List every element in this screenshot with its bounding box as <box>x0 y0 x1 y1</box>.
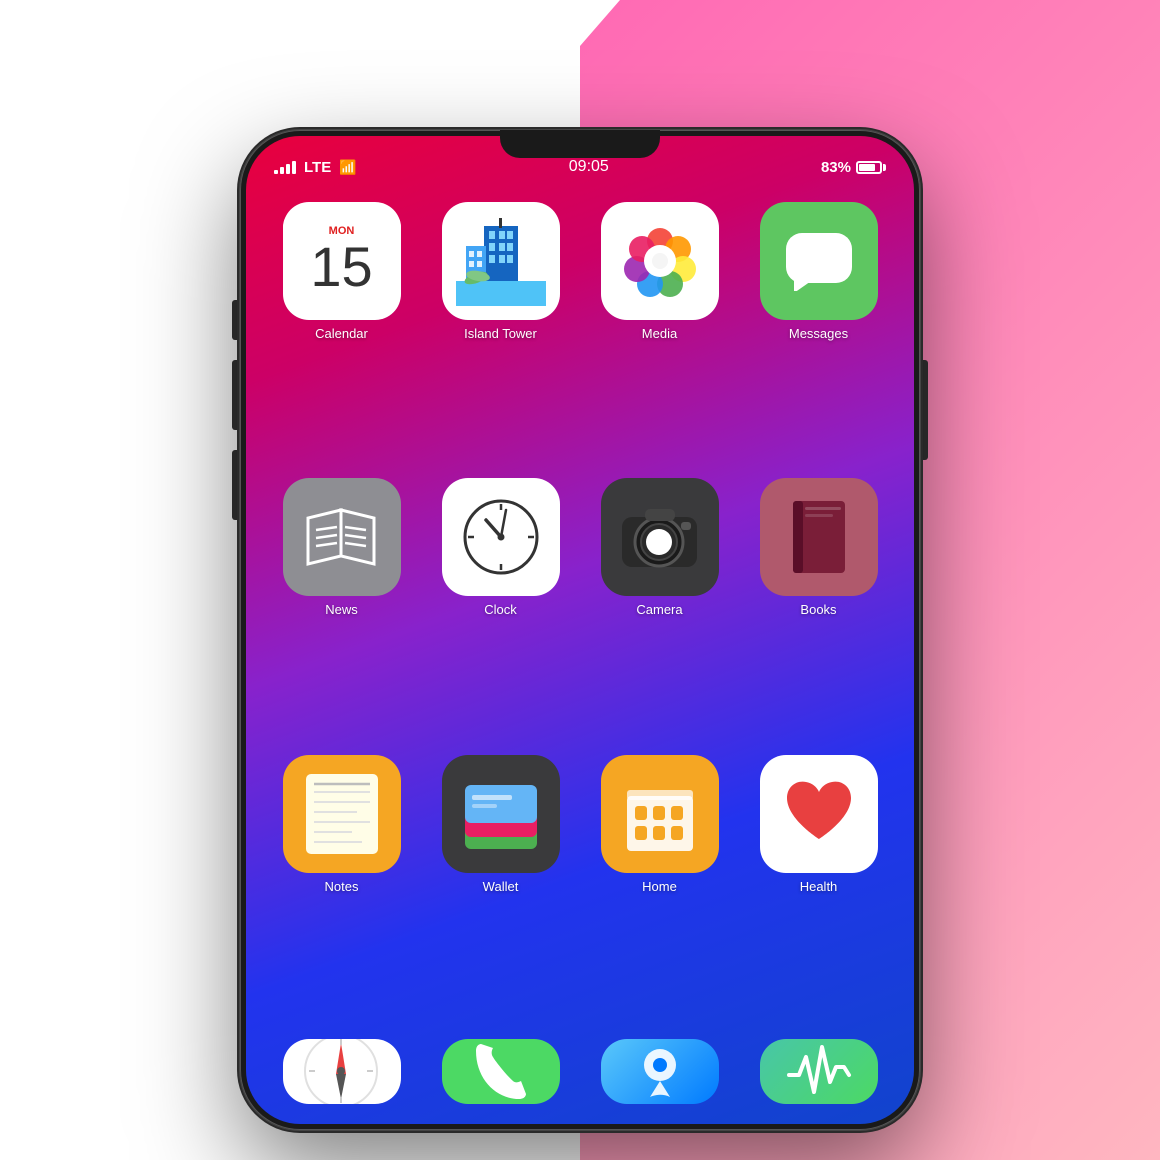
battery-fill <box>859 164 875 171</box>
app-label-clock: Clock <box>484 602 517 617</box>
app-label-news: News <box>325 602 358 617</box>
signal-bar-1 <box>274 170 278 174</box>
app-label-home: Home <box>642 879 677 894</box>
app-item-compass[interactable] <box>266 1039 417 1104</box>
status-left: LTE 📶 <box>274 159 357 176</box>
app-icon-phone <box>442 1039 560 1104</box>
app-icon-clock <box>442 478 560 596</box>
phone-container: LTE 📶 09:05 83% <box>240 130 920 1130</box>
app-item-fitness[interactable] <box>743 1039 894 1104</box>
signal-bar-2 <box>280 167 284 174</box>
app-icon-calendar: MON 15 <box>283 202 401 320</box>
status-time: 09:05 <box>569 158 609 176</box>
app-item-home[interactable]: Home <box>584 755 735 1023</box>
app-icon-camera <box>601 478 719 596</box>
clock-svg <box>456 492 546 582</box>
island-tower-svg <box>456 216 546 306</box>
wifi-icon: 📶 <box>339 159 356 176</box>
side-button-volume-down[interactable] <box>232 450 238 520</box>
app-icon-books <box>760 478 878 596</box>
app-icon-home <box>601 755 719 873</box>
app-label-media: Media <box>642 326 677 341</box>
app-item-wallet[interactable]: Wallet <box>425 755 576 1023</box>
status-right: 83% <box>821 159 886 176</box>
app-icon-compass <box>283 1039 401 1104</box>
app-icon-maps <box>601 1039 719 1104</box>
app-icon-island-tower <box>442 202 560 320</box>
battery-body <box>856 161 882 174</box>
fitness-svg <box>784 1039 854 1104</box>
side-button-volume-up[interactable] <box>232 360 238 430</box>
signal-bars-icon <box>274 160 296 174</box>
app-icon-messages <box>760 202 878 320</box>
compass-svg <box>299 1039 384 1104</box>
app-item-media[interactable]: Media <box>584 202 735 470</box>
app-label-camera: Camera <box>636 602 682 617</box>
home-svg <box>619 776 701 851</box>
signal-bar-3 <box>286 164 290 174</box>
health-svg <box>779 774 859 854</box>
app-item-phone[interactable] <box>425 1039 576 1104</box>
messages-svg <box>784 231 854 291</box>
app-icon-notes <box>283 755 401 873</box>
app-label-messages: Messages <box>789 326 848 341</box>
app-item-maps[interactable] <box>584 1039 735 1104</box>
app-item-clock[interactable]: Clock <box>425 478 576 746</box>
app-icon-media <box>601 202 719 320</box>
app-label-health: Health <box>800 879 838 894</box>
media-svg <box>615 216 705 306</box>
app-label-books: Books <box>800 602 836 617</box>
app-label-notes: Notes <box>325 879 359 894</box>
phone-svg <box>471 1039 531 1104</box>
app-label-island-tower: Island Tower <box>464 326 537 341</box>
books-svg <box>785 497 853 577</box>
news-svg <box>304 502 379 572</box>
app-icon-health <box>760 755 878 873</box>
wallet-svg <box>457 771 545 856</box>
app-item-messages[interactable]: Messages <box>743 202 894 470</box>
phone-frame: LTE 📶 09:05 83% <box>240 130 920 1130</box>
app-item-books[interactable]: Books <box>743 478 894 746</box>
app-icon-wallet <box>442 755 560 873</box>
app-label-calendar: Calendar <box>315 326 368 341</box>
network-type: LTE <box>304 159 331 176</box>
app-item-camera[interactable]: Camera <box>584 478 735 746</box>
battery-icon <box>856 161 886 174</box>
camera-svg <box>617 497 702 577</box>
app-grid: MON 15 Calendar <box>246 186 914 1039</box>
battery-percentage: 83% <box>821 159 851 176</box>
app-item-notes[interactable]: Notes <box>266 755 417 1023</box>
app-item-news[interactable]: News <box>266 478 417 746</box>
battery-tip <box>883 164 886 171</box>
partial-app-row <box>246 1039 914 1124</box>
notes-svg <box>302 770 382 858</box>
app-item-calendar[interactable]: MON 15 Calendar <box>266 202 417 470</box>
side-button-power[interactable] <box>922 360 928 460</box>
app-icon-fitness <box>760 1039 878 1104</box>
app-icon-news <box>283 478 401 596</box>
signal-bar-4 <box>292 161 296 174</box>
app-item-island-tower[interactable]: Island Tower <box>425 202 576 470</box>
app-label-wallet: Wallet <box>483 879 519 894</box>
side-button-mute[interactable] <box>232 300 238 340</box>
calendar-date: 15 <box>283 239 401 303</box>
phone-screen: LTE 📶 09:05 83% <box>246 136 914 1124</box>
notch <box>500 130 660 158</box>
app-item-health[interactable]: Health <box>743 755 894 1023</box>
maps-svg <box>625 1039 695 1104</box>
